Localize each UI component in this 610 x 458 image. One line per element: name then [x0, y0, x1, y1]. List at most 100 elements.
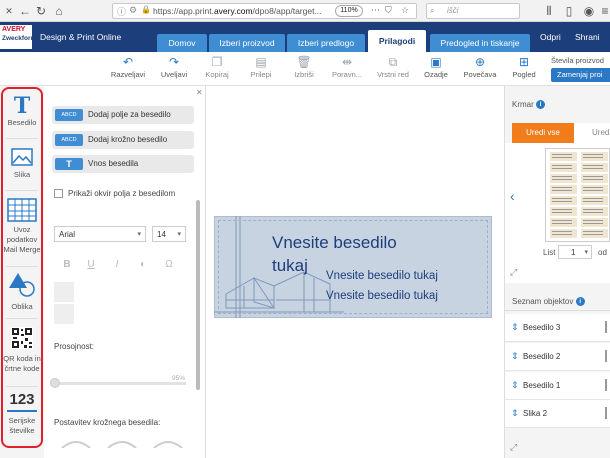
object-row[interactable]: ⇕ Slika 2 — [505, 400, 610, 428]
view-button[interactable]: ⊞ Pogled — [508, 54, 540, 84]
sheet-thumbnail[interactable] — [545, 148, 610, 242]
change-product-button[interactable]: Zamenjaj proi — [551, 68, 610, 82]
tab-edit-all[interactable]: Uredi vse — [512, 123, 574, 143]
divider — [6, 190, 38, 191]
order-label: Vrstni red — [377, 70, 409, 79]
reload-icon[interactable]: ↻ — [34, 4, 48, 18]
expand-icon[interactable]: ⤢ — [510, 442, 517, 453]
address-bar[interactable]: ⓘ ⚙ 🔒 https://app.print.avery.com/dpo8/a… — [112, 3, 417, 19]
sidebar-item-text[interactable]: T Besedilo — [0, 94, 44, 128]
sidebar-item-serial[interactable]: 123 Serijske številke — [0, 390, 44, 436]
align-icon: ⇹ — [341, 55, 353, 69]
delete-button[interactable]: 🗑 Izbriši — [287, 54, 321, 84]
sidebar-item-shape[interactable]: Oblika — [0, 272, 44, 312]
sidebar-item-mail-merge[interactable]: Uvoz podatkov Mail Merge — [0, 198, 44, 255]
site-perm-icon[interactable]: ⚙ — [129, 5, 137, 16]
info-icon[interactable]: i — [536, 100, 546, 110]
bookmark-icon[interactable]: ☆ — [401, 5, 409, 16]
panel-scrollbar[interactable] — [196, 200, 200, 390]
save-link[interactable]: Shrani — [575, 32, 600, 42]
align-button[interactable]: ⇹ Poravn... — [328, 54, 366, 84]
tab-customize[interactable]: Prilagodi — [368, 30, 426, 52]
copy-label: Kopiraj — [205, 70, 229, 79]
font-size-select[interactable]: 14 ▾ — [152, 226, 186, 242]
paste-button[interactable]: ▤ Prilepi — [244, 54, 278, 84]
enter-text-button[interactable]: T Vnos besedila — [52, 155, 194, 173]
font-select[interactable]: Arial ▾ — [54, 226, 146, 242]
more-icon[interactable]: ⋯ — [371, 5, 380, 16]
tab-preview-print[interactable]: Predogled in tiskanje — [430, 34, 530, 52]
canvas-title-line2[interactable]: tukaj — [272, 256, 308, 276]
expand-icon[interactable]: ⤢ — [510, 267, 517, 278]
shield-icon[interactable]: ◉ — [582, 4, 596, 18]
chevron-left-icon[interactable]: ‹ — [510, 188, 515, 204]
object-row[interactable]: ⇕ Besedilo 3 — [505, 314, 610, 342]
object-row[interactable]: ⇕ Besedilo 2 — [505, 343, 610, 371]
library-icon[interactable]: ⫴ — [542, 4, 556, 18]
bold-icon[interactable]: B — [60, 259, 74, 273]
order-button[interactable]: ⧉ Vrstni red — [375, 54, 411, 84]
hamburger-icon[interactable]: ≡ — [598, 4, 610, 18]
lock-icon: 🔒 — [141, 5, 151, 14]
info-icon[interactable]: i — [575, 297, 585, 307]
editor-toolbar: ↶ Razveljavi ↷ Uveljavi ❐ Kopiraj ▤ Pril… — [0, 52, 610, 86]
move-icon[interactable]: ⇕ — [511, 408, 519, 419]
object-handle[interactable] — [605, 407, 610, 419]
delete-label: Izbriši — [294, 70, 314, 79]
redo-button[interactable]: ↷ Uveljavi — [156, 54, 192, 84]
tab-choose-template[interactable]: Izberi predlogo — [287, 34, 365, 52]
thumbnail-text-line — [583, 190, 603, 191]
close-icon[interactable]: ✕ — [196, 88, 203, 97]
browser-search-input[interactable]: išči — [426, 3, 520, 19]
undo-button[interactable]: ↶ Razveljavi — [110, 54, 146, 84]
object-list-heading: Seznam objektov i — [512, 297, 585, 307]
tab-choose-product[interactable]: Izberi proizvod — [209, 34, 285, 52]
omega-icon[interactable]: Ω — [162, 259, 176, 273]
home-icon[interactable]: ⌂ — [52, 4, 66, 18]
color-icon[interactable]: ◐ — [136, 259, 150, 273]
move-icon[interactable]: ⇕ — [511, 380, 519, 391]
menu-icon[interactable]: ✕ — [2, 4, 16, 18]
chevron-down-icon: ▾ — [584, 249, 588, 256]
curve-options[interactable] — [58, 436, 188, 449]
underline-icon[interactable]: U — [84, 259, 98, 273]
add-curved-text-button[interactable]: ABCD Dodaj krožno besedilo — [52, 131, 194, 149]
object-handle[interactable] — [605, 321, 610, 333]
tab-home[interactable]: Domov — [157, 34, 207, 52]
divider — [6, 318, 38, 319]
background-icon: ▣ — [430, 55, 442, 69]
pocket-icon[interactable]: ⛉ — [385, 5, 392, 16]
sidebar-item-qr[interactable]: QR koda in črtne kode — [0, 326, 44, 374]
move-icon[interactable]: ⇕ — [511, 322, 519, 333]
back-icon[interactable]: ← — [18, 4, 32, 18]
show-frame-checkbox[interactable] — [54, 189, 63, 198]
avery-logo[interactable]: AVERY Zweckform — [0, 25, 36, 49]
object-row[interactable]: ⇕ Besedilo 1 — [505, 372, 610, 400]
object-handle[interactable] — [605, 350, 610, 362]
thumbnail-text-line — [583, 220, 603, 221]
sidebar-icon[interactable]: ▯ — [562, 4, 576, 18]
opacity-slider-handle[interactable] — [50, 378, 60, 388]
sheet-select[interactable]: 1 ▾ — [558, 245, 592, 259]
object-handle[interactable] — [605, 379, 610, 391]
object-list-label: Seznam objektov — [512, 297, 574, 306]
zoom-button[interactable]: ⊕ Povečava — [462, 54, 498, 84]
copy-button[interactable]: ❐ Kopiraj — [200, 54, 234, 84]
canvas-text-line-b[interactable]: Vnesite besedilo tukaj — [326, 290, 438, 302]
canvas-text-line-a[interactable]: Vnesite besedilo tukaj — [326, 270, 438, 282]
align-left-button[interactable] — [54, 282, 74, 302]
opacity-slider[interactable] — [56, 382, 186, 385]
italic-icon[interactable]: I — [110, 259, 124, 273]
zoom-indicator[interactable]: 110% — [335, 5, 363, 17]
move-icon[interactable]: ⇕ — [511, 351, 519, 362]
thumbnail-label — [550, 174, 577, 183]
info-icon[interactable]: ⓘ — [117, 5, 126, 18]
canvas-title-line1[interactable]: Vnesite besedilo — [272, 232, 397, 254]
background-button[interactable]: ▣ Ozadje — [420, 54, 452, 84]
open-link[interactable]: Odpri — [540, 32, 561, 42]
thumbnail-text-line — [552, 190, 572, 191]
add-textbox-button[interactable]: ABCD Dodaj polje za besedilo — [52, 106, 194, 124]
tab-edit-one[interactable]: Uredi — [574, 123, 610, 143]
align-center-button[interactable] — [54, 304, 74, 324]
sidebar-item-image[interactable]: Slika — [0, 148, 44, 180]
